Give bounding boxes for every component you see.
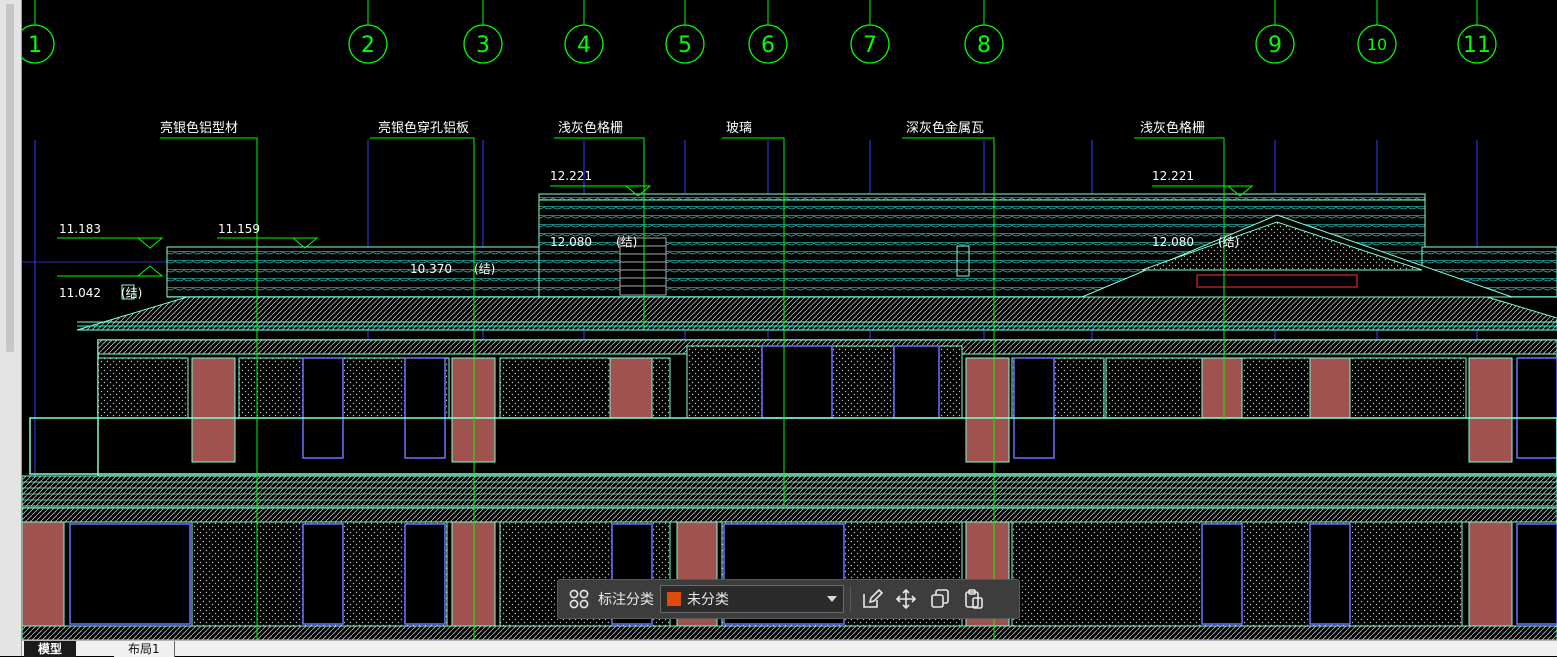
elevation-label: 10.370 [410, 262, 452, 276]
cad-drawing-canvas[interactable]: 1 2 3 4 5 6 7 8 9 10 11 亮银色铝型材 亮银色穿孔铝板 浅… [22, 0, 1557, 640]
edit-icon[interactable] [859, 586, 885, 612]
tab-layout1[interactable]: 布局1 [114, 641, 175, 657]
axis-bubble: 6 [748, 0, 788, 64]
layout-tab-bar: 模型 布局1 [22, 640, 1557, 657]
material-annotation: 浅灰色格栅 [558, 120, 623, 136]
annotation-category-label: 标注分类 [598, 592, 654, 608]
axis-bubble: 11 [1457, 0, 1497, 64]
chevron-down-icon [827, 596, 837, 602]
paste-icon[interactable] [961, 586, 987, 612]
vertical-scrollbar[interactable] [0, 0, 22, 656]
toolbar-separator [850, 586, 851, 612]
elevation-label: 12.080 [1152, 235, 1194, 249]
axis-label: 8 [977, 33, 991, 58]
elevation-label: 12.221 [1152, 169, 1194, 183]
axis-label: 11 [1463, 33, 1491, 58]
move-icon[interactable] [893, 586, 919, 612]
category-dropdown[interactable]: 未分类 [660, 585, 844, 613]
axis-bubble: 10 [1357, 0, 1397, 64]
elevation-label: 11.183 [59, 222, 101, 236]
annotation-category-toolbar: 标注分类 未分类 [557, 579, 1020, 619]
copy-icon[interactable] [927, 586, 953, 612]
axis-bubble: 4 [564, 0, 604, 64]
material-annotation: 亮银色穿孔铝板 [378, 120, 469, 136]
elevation-label: (结) [121, 286, 142, 300]
axis-label: 9 [1268, 33, 1282, 58]
axis-bubble: 1 [22, 0, 55, 64]
scrollbar-thumb[interactable] [6, 4, 14, 352]
axis-label: 2 [361, 33, 375, 58]
axis-label: 7 [863, 33, 877, 58]
axis-bubble: 3 [463, 0, 503, 64]
axis-bubble: 5 [665, 0, 705, 64]
lower-floor-facade [22, 507, 1557, 640]
roof-structure [76, 193, 1557, 331]
elevation-label: 12.221 [550, 169, 592, 183]
category-dropdown-value: 未分类 [687, 592, 729, 608]
axis-label: 3 [476, 33, 490, 58]
axis-bubble: 2 [348, 0, 388, 64]
elevation-label: 11.042 [59, 286, 101, 300]
axis-bubble: 9 [1255, 0, 1295, 64]
axis-grid-bubbles: 1 2 3 4 5 6 7 8 9 10 11 [22, 0, 1497, 64]
material-annotation: 玻璃 [726, 121, 752, 136]
axis-label: 10 [1367, 35, 1387, 54]
tab-model[interactable]: 模型 [24, 641, 77, 657]
axis-label: 6 [761, 33, 775, 58]
elevation-label: 11.159 [218, 222, 260, 236]
axis-label: 4 [577, 33, 591, 58]
axis-bubble: 8 [964, 0, 1004, 64]
elevation-label: (结) [616, 235, 637, 249]
elevation-label: (结) [1218, 235, 1239, 249]
grid-icon[interactable] [566, 586, 592, 612]
axis-bubble: 7 [850, 0, 890, 64]
axis-label: 5 [678, 33, 692, 58]
material-annotation: 深灰色金属瓦 [906, 120, 984, 136]
upper-floor-facade [22, 339, 1557, 507]
material-annotation: 亮银色铝型材 [160, 120, 238, 136]
material-annotation: 浅灰色格栅 [1140, 120, 1205, 136]
elevation-label: 12.080 [550, 235, 592, 249]
axis-label: 1 [28, 33, 42, 58]
category-color-swatch [667, 592, 681, 606]
elevation-label: (结) [474, 262, 495, 276]
